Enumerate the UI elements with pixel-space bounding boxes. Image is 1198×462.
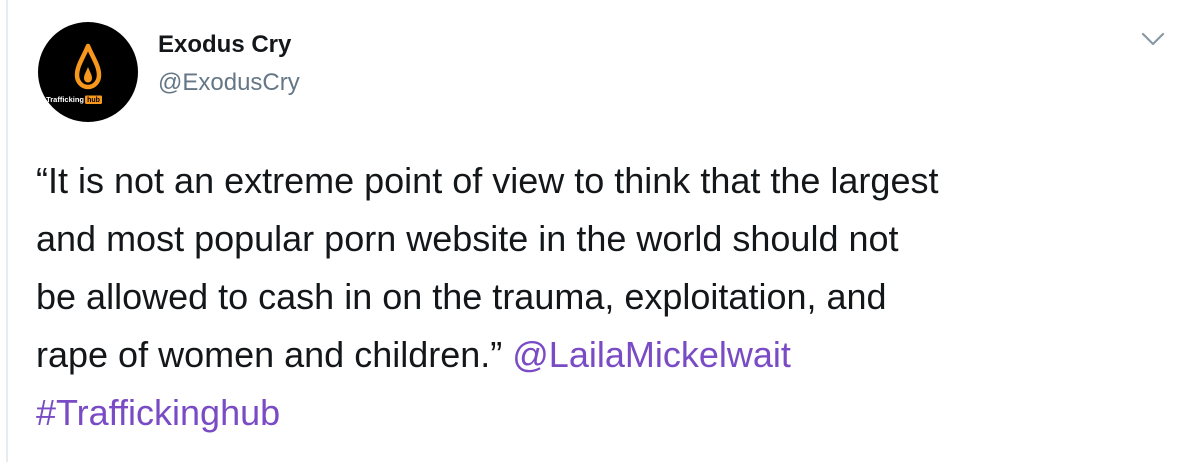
hashtag-link[interactable]: #Traffickinghub — [36, 392, 280, 433]
traffickinghub-logo: Trafficking hub — [46, 43, 102, 104]
svg-text:Trafficking: Trafficking — [46, 95, 84, 104]
author-block: Exodus Cry @ExodusCry — [158, 28, 300, 100]
mention-link[interactable]: @LailaMickelwait — [512, 334, 791, 375]
chevron-down-icon — [1141, 32, 1165, 46]
avatar[interactable]: Trafficking hub — [38, 22, 138, 122]
tweet-text-line: #Traffickinghub — [36, 384, 1186, 442]
tweet-text-line: rape of women and children.” @LailaMicke… — [36, 326, 1186, 384]
tweet-text-line: and most popular porn website in the wor… — [36, 218, 899, 259]
tweet-text-segment: rape of women and children.” — [36, 334, 513, 375]
tweet-card: Trafficking hub Exodus Cry @ExodusCry “I… — [6, 0, 1198, 462]
tweet-text: “It is not an extreme point of view to t… — [36, 152, 1186, 442]
tweet-text-line: “It is not an extreme point of view to t… — [36, 160, 939, 201]
tweet-text-line: be allowed to cash in on the trauma, exp… — [36, 276, 887, 317]
tweet-menu-button[interactable] — [1140, 30, 1166, 48]
author-display-name[interactable]: Exodus Cry — [158, 28, 300, 62]
author-handle[interactable]: @ExodusCry — [158, 66, 300, 100]
svg-text:hub: hub — [87, 97, 100, 104]
